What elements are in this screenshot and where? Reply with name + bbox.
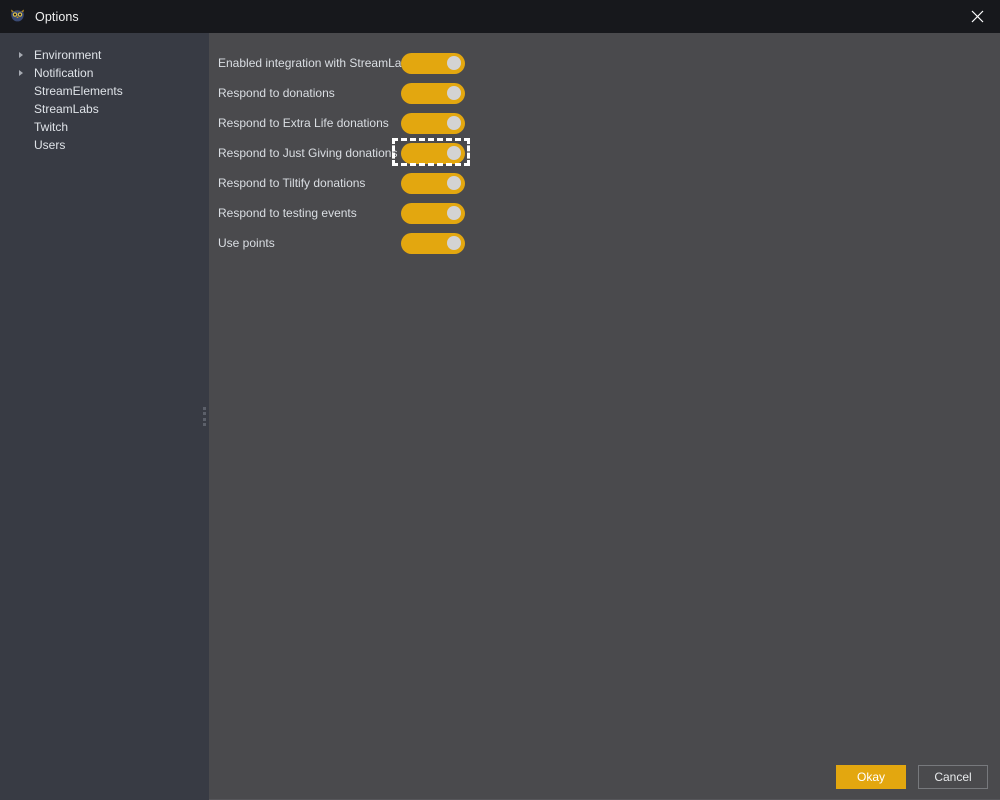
okay-button[interactable]: Okay (836, 765, 906, 789)
dialog-footer: Okay Cancel (209, 754, 1000, 800)
toggle-wrap (401, 168, 465, 198)
option-row-streamlabs-integration: Enabled integration with StreamLabs (218, 48, 1000, 78)
toggle-respond-extra-life[interactable] (401, 112, 465, 134)
option-row-use-points: Use points (218, 228, 1000, 258)
owl-icon (9, 8, 26, 25)
vertical-splitter[interactable] (200, 33, 209, 800)
toggle-wrap (401, 48, 465, 78)
toggle-respond-just-giving[interactable] (401, 142, 465, 164)
chevron-right-icon[interactable] (14, 52, 28, 58)
splitter-grip-icon (203, 407, 206, 426)
toggle-respond-testing-events[interactable] (401, 202, 465, 224)
close-icon (971, 10, 983, 23)
window-title: Options (35, 9, 79, 24)
sidebar-item-streamelements[interactable]: StreamElements (0, 82, 200, 100)
chevron-right-icon[interactable] (14, 70, 28, 76)
sidebar-item-label: Users (34, 138, 66, 152)
toggle-wrap (401, 78, 465, 108)
toggle-streamlabs-integration[interactable] (401, 52, 465, 74)
titlebar: Options (0, 0, 1000, 33)
sidebar-item-users[interactable]: Users (0, 136, 200, 154)
sidebar-item-label: StreamLabs (34, 102, 99, 116)
option-label: Enabled integration with StreamLabs (218, 56, 415, 70)
sidebar-item-notification[interactable]: Notification (0, 64, 200, 82)
option-label: Respond to Just Giving donations (218, 146, 398, 160)
option-label: Respond to testing events (218, 206, 357, 220)
window-body: Environment Notification StreamElements … (0, 33, 1000, 800)
toggle-wrap (401, 228, 465, 258)
option-row-respond-extra-life: Respond to Extra Life donations (218, 108, 1000, 138)
option-label: Respond to donations (218, 86, 335, 100)
toggle-wrap (392, 138, 470, 168)
option-row-respond-donations: Respond to donations (218, 78, 1000, 108)
option-row-respond-just-giving: Respond to Just Giving donations (218, 138, 1000, 168)
sidebar-item-label: StreamElements (34, 84, 123, 98)
settings-tree: Environment Notification StreamElements … (0, 33, 200, 800)
options-window: Options Environment Notification StreamE… (0, 0, 1000, 800)
sidebar-item-streamlabs[interactable]: StreamLabs (0, 100, 200, 118)
option-label: Respond to Tiltify donations (218, 176, 366, 190)
sidebar-item-twitch[interactable]: Twitch (0, 118, 200, 136)
options-list: Enabled integration with StreamLabs Resp… (209, 33, 1000, 754)
sidebar-item-environment[interactable]: Environment (0, 46, 200, 64)
options-pane: Enabled integration with StreamLabs Resp… (209, 33, 1000, 800)
close-button[interactable] (954, 0, 1000, 33)
option-row-respond-testing-events: Respond to testing events (218, 198, 1000, 228)
toggle-respond-donations[interactable] (401, 82, 465, 104)
toggle-respond-tiltify[interactable] (401, 172, 465, 194)
toggle-wrap (401, 198, 465, 228)
option-row-respond-tiltify: Respond to Tiltify donations (218, 168, 1000, 198)
toggle-use-points[interactable] (401, 232, 465, 254)
sidebar-item-label: Notification (34, 66, 94, 80)
sidebar-item-label: Environment (34, 48, 102, 62)
toggle-wrap (401, 108, 465, 138)
sidebar-item-label: Twitch (34, 120, 69, 134)
option-label: Respond to Extra Life donations (218, 116, 389, 130)
cancel-button[interactable]: Cancel (918, 765, 988, 789)
option-label: Use points (218, 236, 275, 250)
